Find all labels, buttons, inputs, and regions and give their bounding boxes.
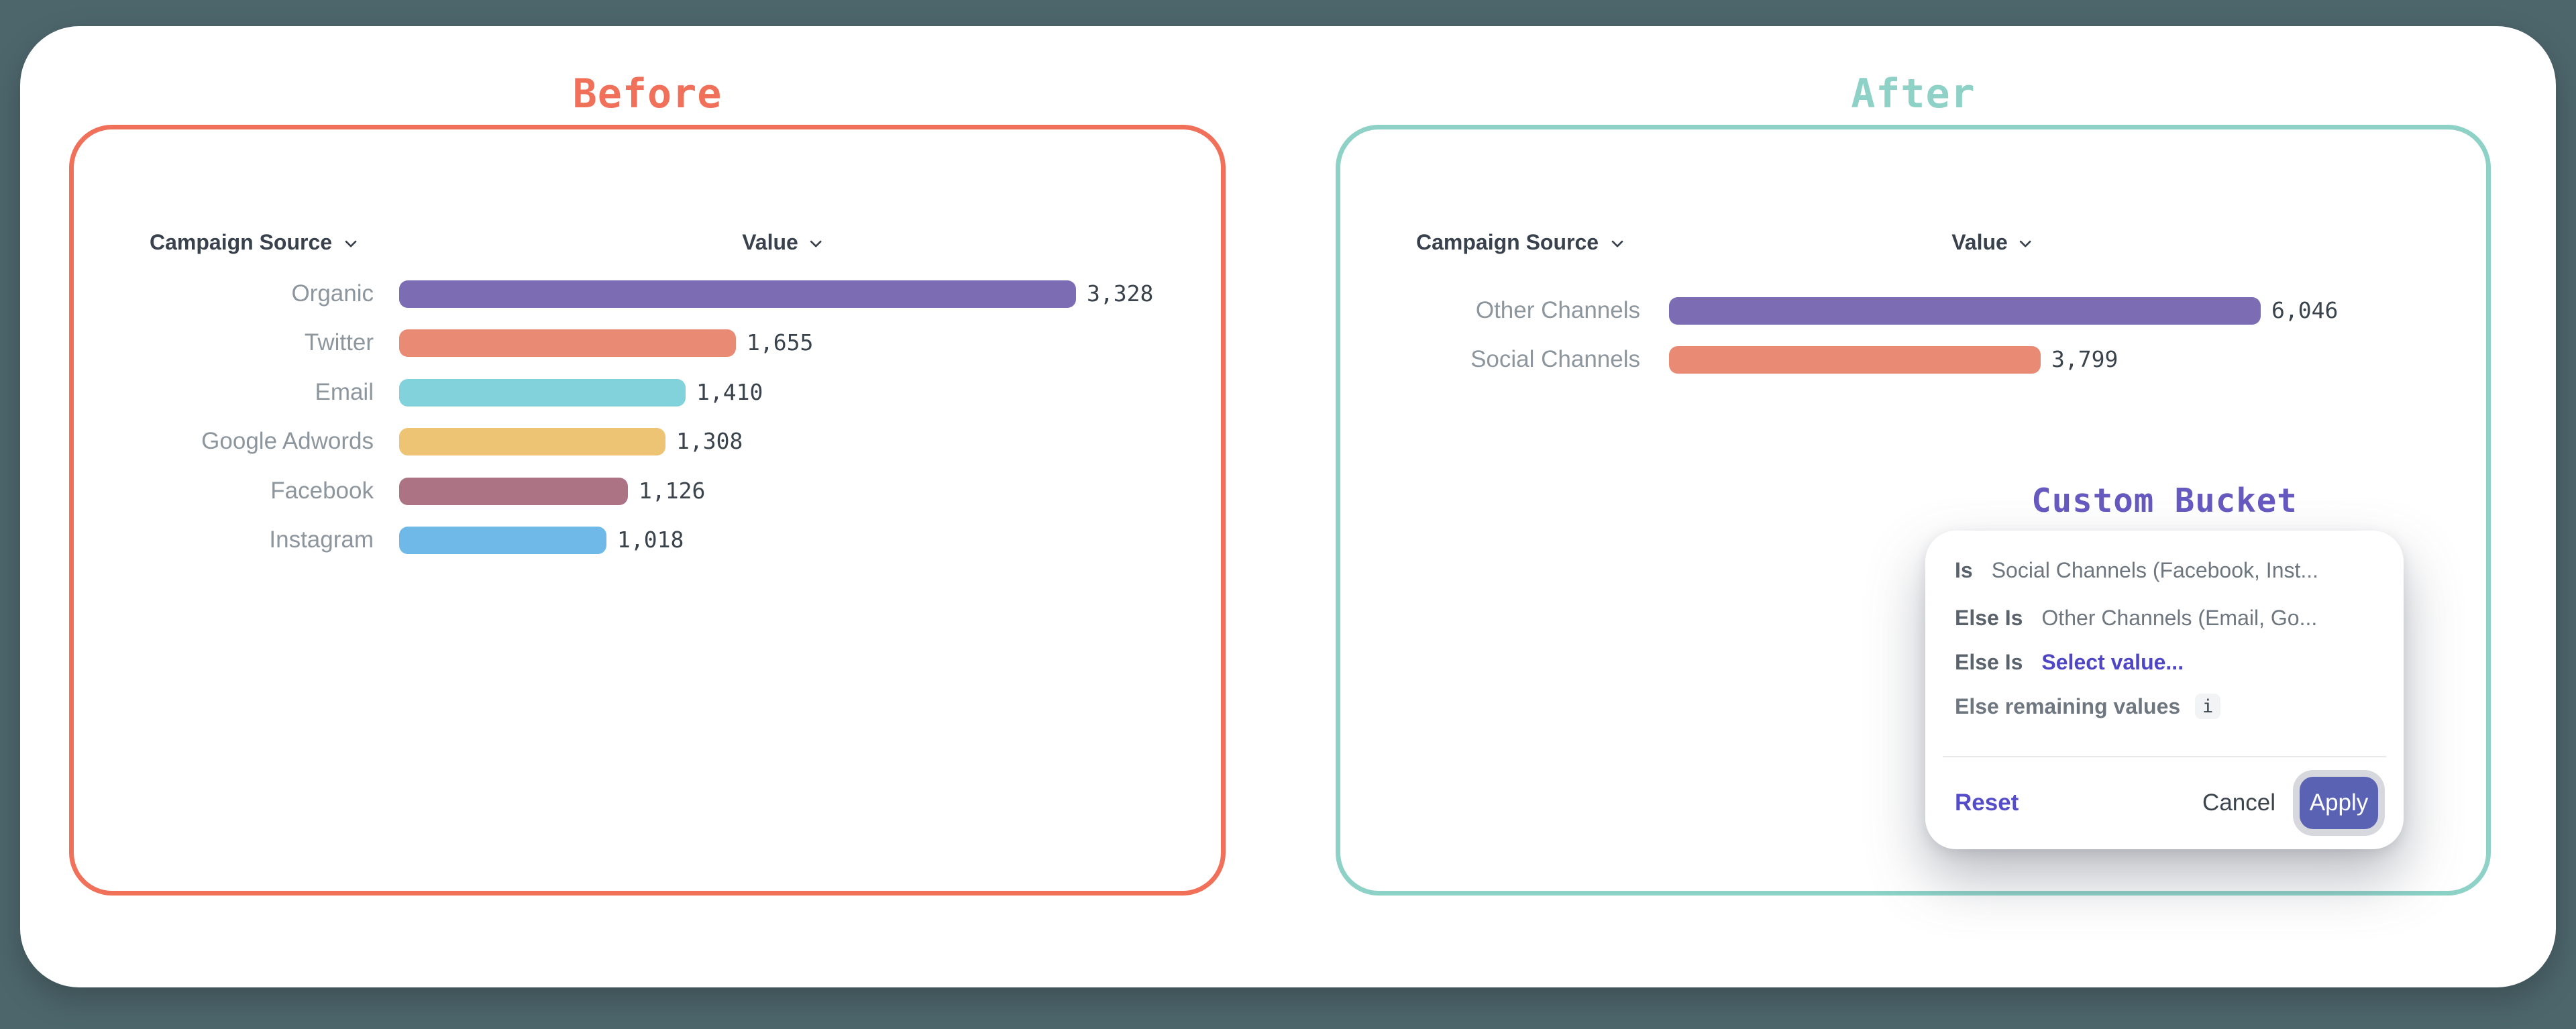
bar-value-label: 3,328 [1087, 280, 1153, 308]
row-label: Other Channels [1340, 296, 1640, 325]
rule-keyword: Else Is [1955, 606, 2023, 631]
column-header-label: Value [742, 230, 798, 255]
bar-value-label: 1,410 [696, 378, 763, 407]
rule-keyword: Else remaining values [1955, 694, 2180, 719]
bar [399, 280, 1076, 308]
before-title: Before [69, 70, 1226, 118]
after-title: After [1336, 70, 2491, 118]
bar [399, 527, 606, 554]
bucket-rule-row: Is Social Channels (Facebook, Inst... [1955, 555, 2318, 585]
chevron-down-icon [341, 234, 360, 253]
rule-value[interactable]: Other Channels (Email, Go... [2041, 606, 2317, 631]
bar [399, 478, 628, 505]
row-label: Instagram [74, 525, 374, 555]
chevron-down-icon [2016, 234, 2035, 253]
before-panel: Campaign Source Value Organic 3,328 Twitte… [69, 125, 1226, 896]
bucket-rule-row: Else remaining values i [1955, 692, 2220, 721]
row-label: Twitter [74, 328, 374, 358]
bar-value-label: 1,126 [639, 477, 705, 505]
rule-keyword: Else Is [1955, 650, 2023, 675]
row-label: Social Channels [1340, 345, 1640, 374]
column-header-campaign-source[interactable]: Campaign Source [150, 227, 360, 257]
bucket-rule-row: Else Is Select value... [1955, 647, 2184, 677]
apply-button[interactable]: Apply [2300, 777, 2378, 829]
dialog-divider [1943, 756, 2386, 757]
bar [399, 329, 736, 357]
column-header-value[interactable]: Value [742, 227, 825, 257]
bar-value-label: 1,308 [676, 427, 743, 455]
custom-bucket-dialog: Is Social Channels (Facebook, Inst... Else… [1925, 531, 2404, 849]
rule-value[interactable]: Social Channels (Facebook, Inst... [1992, 558, 2318, 583]
column-header-value[interactable]: Value [1951, 227, 2035, 257]
bar-value-label: 6,046 [2271, 296, 2338, 325]
column-header-campaign-source[interactable]: Campaign Source [1416, 227, 1627, 257]
bar [399, 379, 686, 407]
bar-value-label: 1,018 [617, 526, 684, 554]
reset-button[interactable]: Reset [1955, 790, 2019, 816]
bucket-rule-row: Else Is Other Channels (Email, Go... [1955, 603, 2317, 633]
bar-value-label: 3,799 [2051, 345, 2118, 374]
column-header-label: Value [1951, 230, 2008, 255]
bar [1669, 346, 2041, 374]
row-label: Email [74, 378, 374, 407]
page: { "background_color": "#4d666c", "icons"… [0, 0, 2576, 1029]
content-card: Before After Campaign Source Value Organ… [20, 26, 2556, 987]
bar-value-label: 1,655 [747, 329, 813, 357]
rule-keyword: Is [1955, 558, 1973, 583]
column-header-label: Campaign Source [150, 230, 332, 255]
bar [399, 428, 665, 455]
dialog-footer: Reset Cancel Apply [1955, 776, 2378, 830]
custom-bucket-title: Custom Bucket [1925, 481, 2404, 521]
after-panel: Campaign Source Value Other Channels 6,04… [1336, 125, 2491, 896]
bar [1669, 297, 2261, 325]
row-label: Facebook [74, 476, 374, 506]
cancel-button[interactable]: Cancel [2202, 790, 2275, 816]
rule-value-link[interactable]: Select value... [2041, 650, 2184, 675]
row-label: Google Adwords [74, 427, 374, 456]
column-header-label: Campaign Source [1416, 230, 1599, 255]
info-icon[interactable]: i [2195, 694, 2220, 719]
chevron-down-icon [1608, 234, 1627, 253]
row-label: Organic [74, 279, 374, 309]
chevron-down-icon [806, 234, 825, 253]
